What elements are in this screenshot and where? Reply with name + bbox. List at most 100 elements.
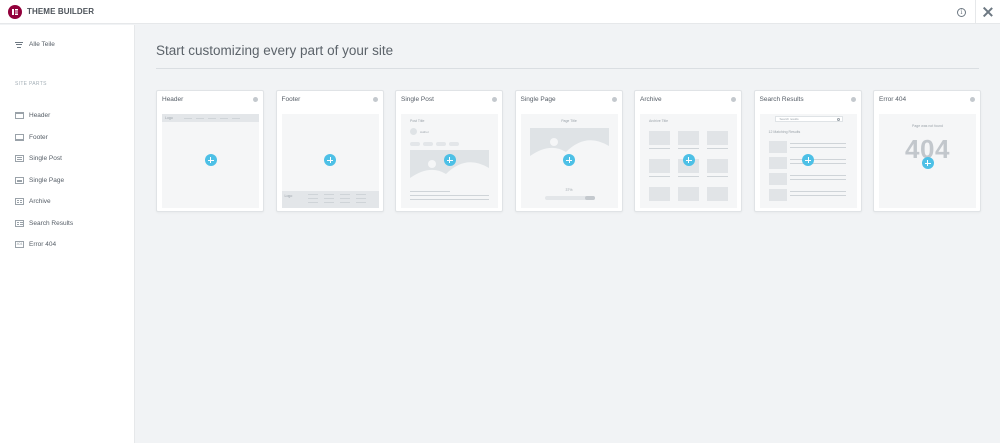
app-title: THEME BUILDER xyxy=(27,7,95,16)
footer-preview[interactable]: Logo xyxy=(281,114,379,208)
preview-text-line xyxy=(410,195,489,196)
card-footer[interactable]: Footer Logo xyxy=(275,90,384,212)
preview-footer-line xyxy=(307,198,318,199)
card-archive[interactable]: Archive Archive Title xyxy=(634,90,742,212)
preview-text-line xyxy=(410,199,489,200)
single-page-preview[interactable]: Page Title 37% xyxy=(520,114,618,208)
preview-tag xyxy=(449,142,459,146)
preview-thumb xyxy=(768,141,787,153)
all-parts-link[interactable]: Alle Teile xyxy=(15,41,55,48)
archive-preview[interactable]: Archive Title xyxy=(640,114,737,208)
card-search-results[interactable]: Search Results Search results 12 Matchin… xyxy=(753,90,862,212)
sidebar-item-search-results[interactable]: Search Results xyxy=(15,213,73,235)
single-post-icon xyxy=(15,155,24,163)
single-post-preview[interactable]: Post Title Author xyxy=(401,114,498,208)
preview-author-avatar xyxy=(410,128,417,135)
sidebar-item-header[interactable]: Header xyxy=(15,105,73,127)
card-error-404[interactable]: Error 404 Page was not found 404 xyxy=(873,90,981,212)
add-template-button[interactable] xyxy=(802,154,814,166)
sidebar-item-label: Single Post xyxy=(29,155,62,163)
sidebar-item-label: Single Page xyxy=(29,176,65,184)
sidebar-item-label: Footer xyxy=(29,133,48,141)
card-info-icon[interactable] xyxy=(372,97,378,102)
preview-thumb xyxy=(678,131,699,145)
preview-text-line xyxy=(707,176,728,177)
card-info-icon[interactable] xyxy=(731,97,736,102)
add-template-button[interactable] xyxy=(204,154,217,166)
preview-progress-fill xyxy=(584,196,595,200)
card-info-icon[interactable] xyxy=(970,97,975,102)
preview-footer-line xyxy=(323,202,334,203)
error-404-preview[interactable]: Page was not found 404 xyxy=(879,114,976,208)
add-template-button[interactable] xyxy=(682,154,695,166)
card-header[interactable]: Header Logo xyxy=(156,90,264,212)
preview-nav-line xyxy=(208,118,216,119)
site-parts-heading: SITE PARTS xyxy=(15,81,47,87)
sidebar-item-footer[interactable]: Footer xyxy=(15,127,73,149)
preview-tag xyxy=(436,142,446,146)
preview-text-line xyxy=(678,148,699,149)
elementor-logo-icon xyxy=(8,4,22,19)
preview-footer-line xyxy=(355,194,366,195)
sidebar-item-single-page[interactable]: Single Page xyxy=(15,170,73,192)
preview-text-line xyxy=(789,195,846,196)
add-template-button[interactable] xyxy=(324,154,336,166)
sidebar-item-label: Search Results xyxy=(29,219,74,227)
card-single-post[interactable]: Single Post Post Title Author xyxy=(395,90,503,212)
preview-footer-line xyxy=(323,194,334,195)
main-content: Start customizing every part of your sit… xyxy=(136,25,1000,443)
preview-logo-text: Logo xyxy=(165,115,173,120)
preview-text-line xyxy=(789,147,846,148)
preview-thumb xyxy=(768,157,787,169)
preview-footer-line xyxy=(355,202,366,203)
card-info-icon[interactable] xyxy=(492,97,497,102)
card-info-icon[interactable] xyxy=(850,97,856,102)
sidebar-item-label: Archive xyxy=(29,198,51,206)
preview-author: Author xyxy=(420,130,429,134)
header-preview[interactable]: Logo xyxy=(162,114,259,208)
preview-thumb xyxy=(678,187,699,201)
preview-not-found-text: Page was not found xyxy=(912,124,943,128)
close-icon[interactable] xyxy=(983,7,993,17)
preview-text-line xyxy=(789,143,846,144)
preview-text-line xyxy=(789,175,846,176)
card-single-page[interactable]: Single Page Page Title 37% xyxy=(514,90,623,212)
add-template-button[interactable] xyxy=(443,154,456,166)
all-parts-label: Alle Teile xyxy=(29,41,55,48)
preview-archive-title: Archive Title xyxy=(649,119,669,123)
preview-results-count: 12 Matching Results xyxy=(768,130,801,134)
preview-footer-line xyxy=(307,194,318,195)
preview-thumb xyxy=(649,131,670,145)
preview-text-line xyxy=(649,176,670,177)
card-title: Error 404 xyxy=(879,96,907,103)
card-title: Footer xyxy=(281,96,301,103)
card-info-icon[interactable] xyxy=(253,97,258,102)
card-title: Archive xyxy=(640,96,662,103)
card-title: Header xyxy=(162,96,184,103)
preview-text-line xyxy=(789,191,846,192)
sidebar-item-single-post[interactable]: Single Post xyxy=(15,148,73,170)
add-template-button[interactable] xyxy=(921,157,934,169)
preview-text-line xyxy=(410,191,450,192)
preview-text-line xyxy=(789,163,846,164)
single-page-icon xyxy=(15,176,24,184)
top-bar-divider xyxy=(975,0,976,24)
preview-tag xyxy=(423,142,433,146)
search-results-preview[interactable]: Search results 12 Matching Results xyxy=(759,114,857,208)
sidebar-item-archive[interactable]: Archive xyxy=(15,191,73,213)
sidebar: Alle Teile SITE PARTS Header Footer Sing… xyxy=(0,25,135,443)
preview-search-icon xyxy=(836,117,840,121)
top-bar: THEME BUILDER i xyxy=(0,0,1000,24)
preview-footer-line xyxy=(339,194,350,195)
site-parts-list: Header Footer Single Post Single Page Ar… xyxy=(15,105,73,256)
filter-icon xyxy=(15,41,23,48)
card-info-icon[interactable] xyxy=(611,97,617,102)
add-template-button[interactable] xyxy=(563,154,575,166)
sidebar-item-error-404[interactable]: 404 Error 404 xyxy=(15,234,73,256)
info-icon[interactable]: i xyxy=(957,7,966,17)
preview-text-line xyxy=(649,148,670,149)
preview-text-line xyxy=(678,176,699,177)
preview-footer-line xyxy=(339,198,350,199)
archive-icon xyxy=(15,198,24,206)
preview-nav-line xyxy=(220,118,228,119)
